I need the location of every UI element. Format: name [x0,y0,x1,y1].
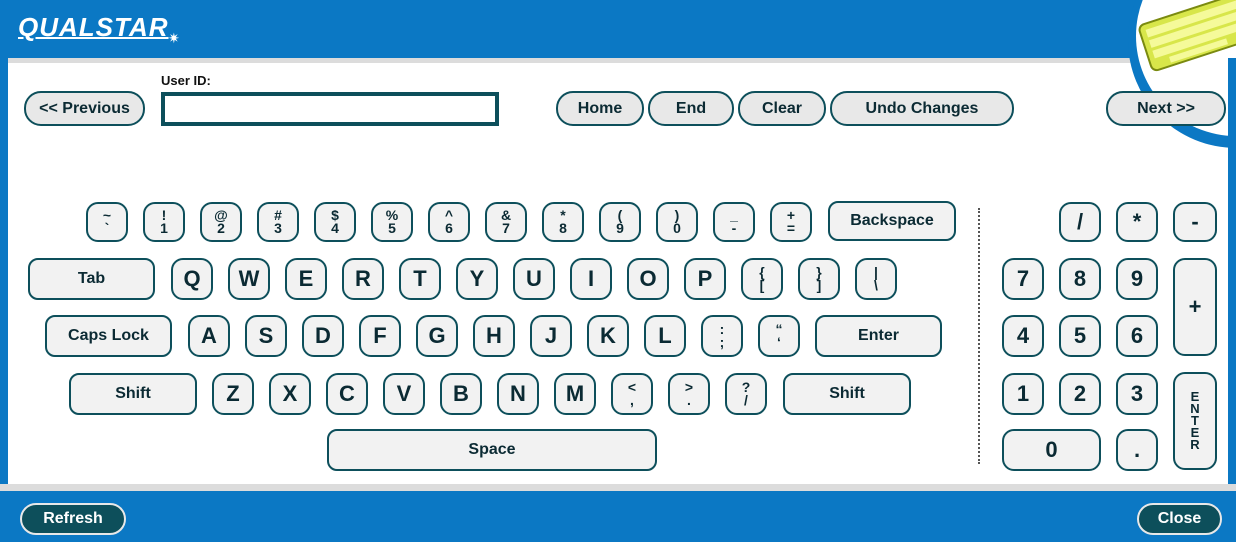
refresh-button[interactable]: Refresh [20,503,126,535]
key-shift-left[interactable]: Shift [69,373,197,415]
numpad-2[interactable]: 2 [1059,373,1101,415]
next-button[interactable]: Next >> [1106,91,1226,126]
logo-star-icon: ✷ [168,30,180,46]
key-g[interactable]: G [416,315,458,357]
key-h[interactable]: H [473,315,515,357]
key-backslash[interactable]: | \ [855,258,897,300]
end-button[interactable]: End [648,91,734,126]
key-w[interactable]: W [228,258,270,300]
key-8[interactable]: * 8 [542,202,584,242]
key-caps-lock[interactable]: Caps Lock [45,315,172,357]
numpad-1[interactable]: 1 [1002,373,1044,415]
user-id-input[interactable] [161,92,499,126]
key-period[interactable]: >. [668,373,710,415]
qualstar-logo: QUALSTAR [18,12,169,42]
key-quote[interactable]: “‘ [758,315,800,357]
numpad-4[interactable]: 4 [1002,315,1044,357]
key-s[interactable]: S [245,315,287,357]
undo-changes-button[interactable]: Undo Changes [830,91,1014,126]
user-id-label: User ID: [161,73,211,88]
key-slash[interactable]: ? / [725,373,767,415]
numpad-decimal[interactable]: . [1116,429,1158,471]
numpad-enter[interactable]: E N T E R [1173,372,1217,470]
footer-bar [0,491,1236,542]
header-divider [0,58,1236,63]
right-frame [1228,58,1236,490]
key-a[interactable]: A [188,315,230,357]
key-semicolon[interactable]: :; [701,315,743,357]
numpad-minus[interactable]: - [1173,202,1217,242]
key-t[interactable]: T [399,258,441,300]
key-p[interactable]: P [684,258,726,300]
key-b[interactable]: B [440,373,482,415]
key-i[interactable]: I [570,258,612,300]
key-6[interactable]: ^ 6 [428,202,470,242]
key-f[interactable]: F [359,315,401,357]
key-7[interactable]: & 7 [485,202,527,242]
key-m[interactable]: M [554,373,596,415]
keypad-divider [978,208,980,464]
key-n[interactable]: N [497,373,539,415]
key-shift-right[interactable]: Shift [783,373,911,415]
key-tilde[interactable]: ~ ` [86,202,128,242]
numpad-7[interactable]: 7 [1002,258,1044,300]
key-comma[interactable]: <, [611,373,653,415]
numpad-plus[interactable]: + [1173,258,1217,356]
key-9[interactable]: (9 [599,202,641,242]
numpad-3[interactable]: 3 [1116,373,1158,415]
numpad-9[interactable]: 9 [1116,258,1158,300]
numpad-5[interactable]: 5 [1059,315,1101,357]
numpad-0[interactable]: 0 [1002,429,1101,471]
numpad-6[interactable]: 6 [1116,315,1158,357]
key-left-bracket[interactable]: {[ [741,258,783,300]
key-space[interactable]: Space [327,429,657,471]
key-right-bracket[interactable]: }] [798,258,840,300]
key-3[interactable]: #3 [257,202,299,242]
key-e[interactable]: E [285,258,327,300]
key-4[interactable]: $4 [314,202,356,242]
previous-button[interactable]: << Previous [24,91,145,126]
key-x[interactable]: X [269,373,311,415]
key-minus[interactable]: _ - [713,202,755,242]
key-d[interactable]: D [302,315,344,357]
numpad-8[interactable]: 8 [1059,258,1101,300]
key-r[interactable]: R [342,258,384,300]
key-q[interactable]: Q [171,258,213,300]
key-equals[interactable]: + = [770,202,812,242]
key-y[interactable]: Y [456,258,498,300]
key-1[interactable]: ! 1 [143,202,185,242]
key-c[interactable]: C [326,373,368,415]
key-j[interactable]: J [530,315,572,357]
close-button[interactable]: Close [1137,503,1222,535]
key-5[interactable]: % 5 [371,202,413,242]
numpad-multiply[interactable]: * [1116,202,1158,242]
key-z[interactable]: Z [212,373,254,415]
clear-button[interactable]: Clear [738,91,826,126]
home-button[interactable]: Home [556,91,644,126]
key-0[interactable]: ) 0 [656,202,698,242]
key-o[interactable]: O [627,258,669,300]
key-u[interactable]: U [513,258,555,300]
key-v[interactable]: V [383,373,425,415]
key-enter[interactable]: Enter [815,315,942,357]
numpad-divide[interactable]: / [1059,202,1101,242]
header-bar [0,0,1236,58]
key-2[interactable]: @2 [200,202,242,242]
footer-divider [0,484,1236,491]
key-backspace[interactable]: Backspace [828,201,956,241]
key-k[interactable]: K [587,315,629,357]
key-tab[interactable]: Tab [28,258,155,300]
left-frame [0,58,8,490]
key-l[interactable]: L [644,315,686,357]
